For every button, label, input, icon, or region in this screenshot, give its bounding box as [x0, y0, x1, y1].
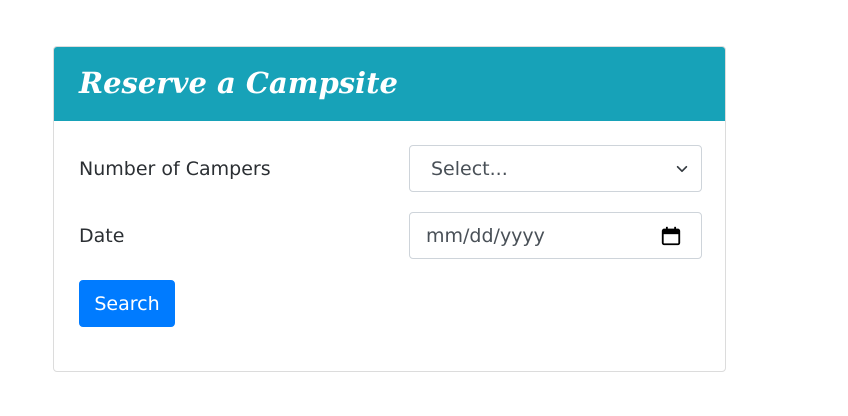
- campers-row: Number of Campers Select...: [79, 145, 702, 192]
- card-header: Reserve a Campsite: [54, 47, 725, 121]
- chevron-down-icon: [676, 165, 688, 172]
- campers-select[interactable]: Select...: [409, 145, 702, 192]
- date-input[interactable]: mm/dd/yyyy: [409, 212, 702, 259]
- campers-select-value: Select...: [431, 157, 508, 180]
- reservation-card: Reserve a Campsite Number of Campers Sel…: [53, 46, 726, 372]
- date-row: Date mm/dd/yyyy: [79, 212, 702, 259]
- calendar-icon[interactable]: [660, 225, 682, 247]
- date-input-value: mm/dd/yyyy: [426, 224, 545, 247]
- card-title: Reserve a Campsite: [79, 66, 398, 100]
- search-button[interactable]: Search: [79, 280, 175, 327]
